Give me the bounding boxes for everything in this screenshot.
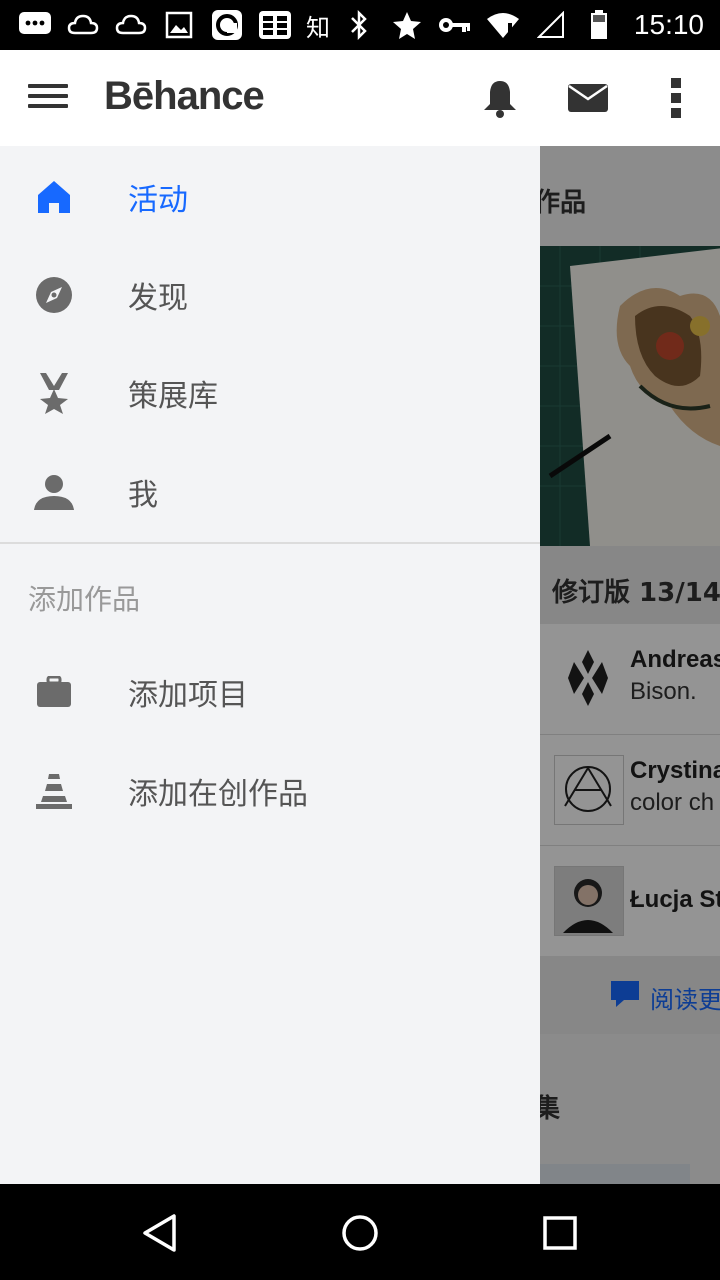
cloud-icon [114,8,148,42]
wifi-icon [486,8,520,42]
image-icon [162,8,196,42]
home-icon [30,173,78,221]
battery-icon [582,8,616,42]
grid-app-icon [258,8,292,42]
cloud-icon [66,8,100,42]
bluetooth-icon [342,8,376,42]
notifications-icon[interactable] [478,76,522,120]
signal-icon [534,8,568,42]
drawer-scrim[interactable] [540,146,720,1184]
menu-icon[interactable] [28,78,76,118]
recents-icon[interactable] [535,1208,585,1258]
overflow-menu-icon[interactable] [654,76,698,120]
system-navigation-bar [0,1184,720,1280]
drawer-item-add-wip[interactable]: 添加在创作品 [0,742,540,840]
drawer-section-header: 添加作品 [28,583,141,616]
status-bar-notifications: 知 [18,8,330,42]
chat-bubble-icon [18,8,52,42]
drawer-item-label: 添加项目 [128,678,248,713]
sync-app-icon [210,8,244,42]
key-icon [438,8,472,42]
drawer-divider [0,542,540,544]
person-icon [30,468,78,516]
cone-icon [30,767,78,815]
compass-icon [30,271,78,319]
status-bar-time: 15:10 [633,9,704,40]
star-icon [390,8,424,42]
ribbon-star-icon [30,369,78,417]
home-button-icon[interactable] [335,1208,385,1258]
drawer-item-label: 策展库 [128,379,218,414]
drawer-item-add-project[interactable]: 添加项目 [0,643,540,741]
drawer-item-activity[interactable]: 活动 [0,148,540,246]
drawer-item-label: 我 [128,478,158,513]
app-bar: Bēhance [0,50,720,147]
back-icon[interactable] [135,1208,185,1258]
navigation-drawer: 活动 发现 策展库 我 添加作品 添加项目 添加在创作品 [0,146,540,1184]
app-notification-label: 知 [306,13,330,42]
briefcase-icon [30,668,78,716]
drawer-item-discover[interactable]: 发现 [0,246,540,344]
status-bar-system: 15:10 [342,8,704,42]
behance-logo[interactable]: Bēhance [104,74,265,119]
drawer-item-label: 发现 [128,281,188,316]
drawer-item-label: 添加在创作品 [128,777,308,812]
status-bar: 知 15:10 [0,0,720,50]
messages-icon[interactable] [566,76,610,120]
drawer-item-curated[interactable]: 策展库 [0,344,540,442]
drawer-item-me[interactable]: 我 [0,443,540,541]
drawer-item-label: 活动 [128,183,188,218]
